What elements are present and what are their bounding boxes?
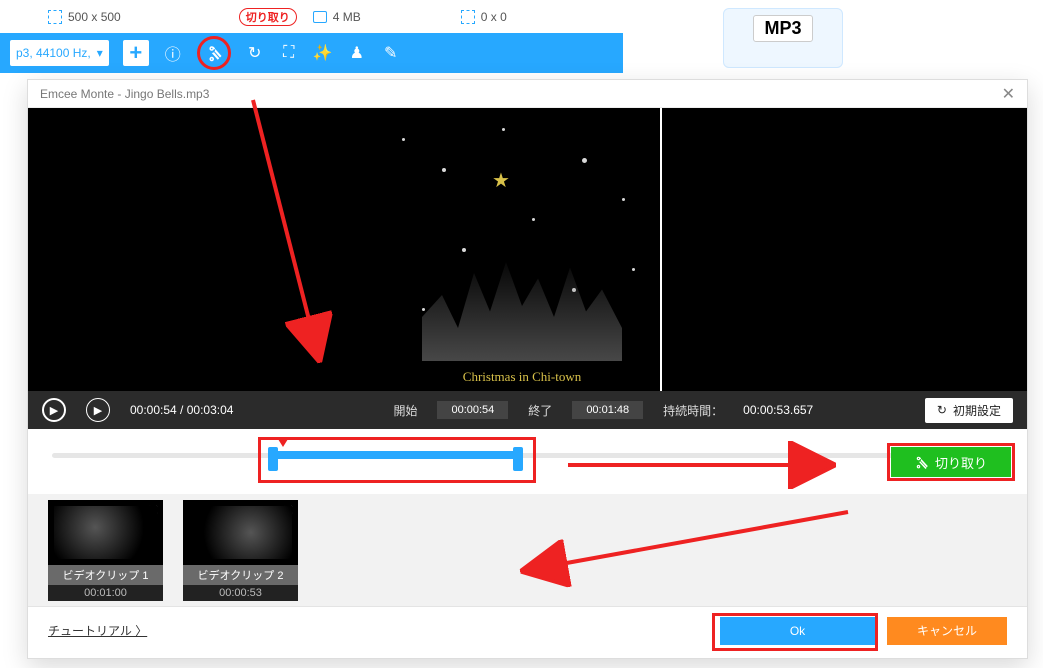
output-format-card[interactable]: MP3 bbox=[723, 8, 843, 68]
scissors-icon bbox=[205, 44, 223, 62]
album-art: ★ Christmas in Chi-town bbox=[382, 108, 662, 391]
output-dims: 0 x 0 bbox=[461, 10, 507, 24]
start-label: 開始 bbox=[393, 402, 417, 419]
playback-time: 00:00:54 / 00:03:04 bbox=[130, 403, 233, 417]
scissors-icon bbox=[915, 455, 929, 469]
add-button[interactable]: + bbox=[123, 40, 149, 66]
format-select[interactable]: p3, 44100 Hz, bbox=[10, 40, 109, 66]
end-label: 終了 bbox=[528, 402, 552, 419]
start-time-input[interactable]: 00:00:54 bbox=[437, 401, 508, 419]
preview-area: ★ Christmas in Chi-town bbox=[28, 108, 1027, 391]
reset-button[interactable]: 初期設定 bbox=[925, 398, 1013, 423]
effects-icon[interactable]: ✨ bbox=[313, 43, 333, 63]
cut-tool-highlight[interactable] bbox=[197, 36, 231, 70]
clips-row: ✕ ビデオクリップ 1 00:01:00 ✕ ビデオクリップ 2 00:00:5… bbox=[28, 494, 1027, 606]
clip-duration: 00:00:53 bbox=[183, 585, 298, 601]
crop-icon[interactable]: ⛶ bbox=[279, 43, 299, 63]
annotation-selection-box bbox=[258, 437, 536, 483]
close-button[interactable]: ✕ bbox=[1002, 84, 1015, 104]
info-icon[interactable]: ⓘ bbox=[163, 43, 183, 63]
mp3-badge: MP3 bbox=[753, 15, 812, 42]
cut-button[interactable]: 切り取り bbox=[891, 447, 1011, 477]
cancel-button[interactable]: キャンセル bbox=[887, 617, 1007, 645]
source-dims: 500 x 500 bbox=[48, 10, 121, 24]
end-time-input[interactable]: 00:01:48 bbox=[572, 401, 643, 419]
file-size: 4 MB bbox=[313, 10, 361, 24]
tutorial-link[interactable]: チュートリアル 〉 bbox=[48, 622, 147, 639]
main-toolbar: p3, 44100 Hz, + ⓘ ↻ ⛶ ✨ ♟ ✎ bbox=[0, 33, 623, 73]
control-bar: ▶ ▶ 00:00:54 / 00:03:04 開始 00:00:54 終了 0… bbox=[28, 391, 1027, 429]
cut-badge: 切り取り bbox=[239, 8, 297, 26]
trim-track-area: 切り取り bbox=[28, 429, 1027, 494]
subtitle-icon[interactable]: ✎ bbox=[381, 43, 401, 63]
trim-dialog: Emcee Monte - Jingo Bells.mp3 ✕ ★ Christ… bbox=[27, 79, 1028, 659]
dialog-title: Emcee Monte - Jingo Bells.mp3 bbox=[40, 87, 209, 101]
watermark-icon[interactable]: ♟ bbox=[347, 43, 367, 63]
clip-name: ビデオクリップ 2 bbox=[183, 565, 298, 585]
clip-1[interactable]: ✕ ビデオクリップ 1 00:01:00 bbox=[48, 500, 163, 601]
rotate-icon[interactable]: ↻ bbox=[245, 43, 265, 63]
clip-duration: 00:01:00 bbox=[48, 585, 163, 601]
duration-label: 持続時間： bbox=[663, 402, 723, 419]
duration-value: 00:00:53.657 bbox=[743, 403, 813, 417]
play-button[interactable]: ▶ bbox=[42, 398, 66, 422]
art-caption: Christmas in Chi-town bbox=[463, 369, 581, 385]
annotation-ok-box bbox=[712, 613, 878, 651]
clip-2[interactable]: ✕ ビデオクリップ 2 00:00:53 bbox=[183, 500, 298, 601]
step-button[interactable]: ▶ bbox=[86, 398, 110, 422]
clip-name: ビデオクリップ 1 bbox=[48, 565, 163, 585]
